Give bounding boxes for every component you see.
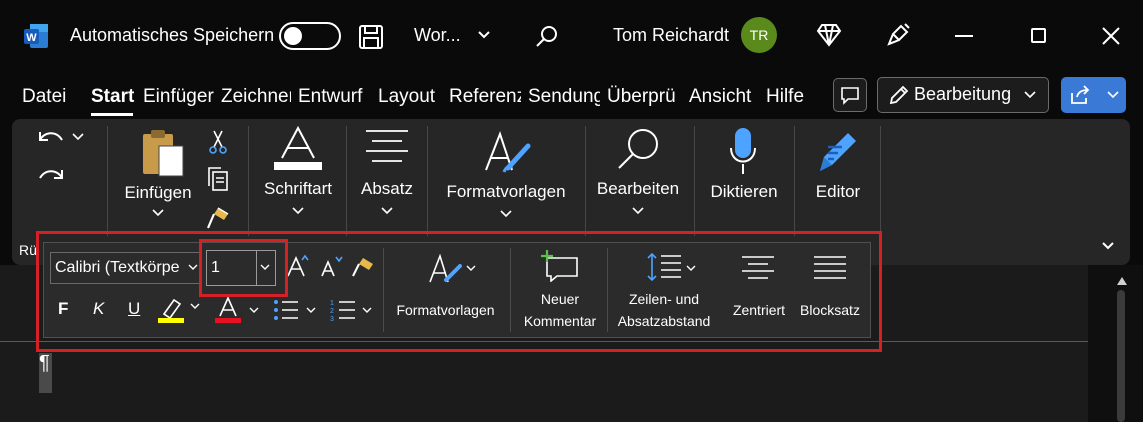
tab-referenzen[interactable]: Referenz	[449, 80, 521, 114]
search-icon[interactable]	[615, 126, 661, 172]
clipboard-icon[interactable]	[141, 128, 187, 178]
chevron-down-icon[interactable]	[292, 207, 304, 215]
chevron-down-icon[interactable]	[477, 30, 491, 40]
document-name[interactable]: Wor...	[414, 25, 461, 46]
pilcrow-mark: ¶	[39, 352, 50, 374]
separator	[107, 126, 108, 236]
tab-zeichnen[interactable]: Zeichnen	[221, 80, 291, 114]
active-tab-indicator	[91, 113, 133, 116]
separator	[694, 126, 695, 236]
ribbon-collapse-chevron-icon[interactable]	[1101, 241, 1115, 251]
tab-ansicht[interactable]: Ansicht	[689, 80, 757, 114]
autosave-toggle[interactable]	[279, 22, 341, 50]
paragraph-icon[interactable]	[364, 129, 410, 163]
chevron-down-icon[interactable]	[500, 210, 512, 218]
separator	[880, 126, 881, 236]
svg-text:W: W	[26, 32, 37, 44]
share-button[interactable]	[1061, 77, 1126, 113]
avatar[interactable]: TR	[741, 17, 777, 53]
chevron-down-icon[interactable]	[632, 207, 644, 215]
edit-mode-button[interactable]: Bearbeitung	[877, 77, 1049, 113]
save-icon[interactable]	[358, 24, 384, 50]
editor-icon[interactable]	[814, 127, 862, 175]
highlight-box-font-size	[199, 239, 288, 297]
scrollbar-thumb[interactable]	[1117, 290, 1125, 422]
ribbon-group-label: Rü	[19, 242, 37, 258]
scissors-icon[interactable]	[206, 129, 230, 155]
user-name: Tom Reichardt	[613, 25, 730, 45]
scroll-up-arrow-icon[interactable]	[1117, 277, 1127, 285]
close-icon[interactable]	[1101, 26, 1121, 46]
comment-icon	[841, 87, 859, 105]
tab-sendungen[interactable]: Sendung	[528, 80, 600, 114]
tab-hilfe[interactable]: Hilfe	[766, 80, 810, 114]
tab-einfuegen[interactable]: Einfüger	[143, 80, 215, 114]
diamond-icon[interactable]	[816, 23, 842, 47]
chevron-down-icon	[1024, 91, 1036, 99]
title-bar: W Automatisches Speichern Wor... Tom Rei…	[0, 0, 1143, 72]
editing-label[interactable]: Bearbeiten	[592, 179, 684, 199]
word-logo-icon: W	[22, 22, 50, 50]
pencil-icon	[888, 84, 910, 106]
dictate-label[interactable]: Diktieren	[704, 182, 784, 202]
font-label[interactable]: Schriftart	[258, 179, 338, 199]
format-painter-icon[interactable]	[204, 204, 232, 232]
copy-icon[interactable]	[206, 166, 230, 192]
highlight-box-toolbar	[36, 231, 882, 352]
separator	[794, 126, 795, 236]
separator	[585, 126, 586, 236]
minimize-icon[interactable]	[955, 35, 973, 37]
redo-icon[interactable]	[36, 166, 66, 190]
comments-button[interactable]	[833, 78, 867, 112]
edit-mode-label: Bearbeitung	[914, 84, 1012, 104]
chevron-down-icon[interactable]	[72, 133, 84, 141]
tab-start[interactable]: Start	[91, 80, 137, 114]
font-icon[interactable]	[272, 126, 324, 170]
paragraph-label[interactable]: Absatz	[354, 179, 420, 199]
pen-icon[interactable]	[885, 22, 911, 48]
search-icon[interactable]	[535, 24, 559, 48]
separator	[248, 126, 249, 236]
styles-label[interactable]: Formatvorlagen	[440, 182, 572, 202]
editor-label[interactable]: Editor	[806, 182, 870, 202]
chevron-down-icon[interactable]	[381, 207, 393, 215]
tab-entwurf[interactable]: Entwurf	[298, 80, 368, 114]
scrollbar-track[interactable]	[1088, 265, 1143, 422]
chevron-down-icon[interactable]	[152, 209, 164, 217]
tab-ueberpruefen[interactable]: Überprü	[607, 80, 681, 114]
maximize-icon[interactable]	[1031, 28, 1046, 43]
chevron-down-icon	[1107, 91, 1119, 99]
separator	[346, 126, 347, 236]
microphone-icon[interactable]	[728, 126, 758, 176]
share-icon	[1070, 85, 1092, 105]
undo-icon[interactable]	[36, 128, 66, 152]
separator	[427, 126, 428, 236]
paste-label[interactable]: Einfügen	[120, 183, 196, 203]
tab-datei[interactable]: Datei	[22, 80, 72, 114]
autosave-label: Automatisches Speichern	[70, 25, 275, 45]
tab-layout[interactable]: Layout	[378, 80, 442, 114]
styles-icon[interactable]	[482, 130, 534, 176]
